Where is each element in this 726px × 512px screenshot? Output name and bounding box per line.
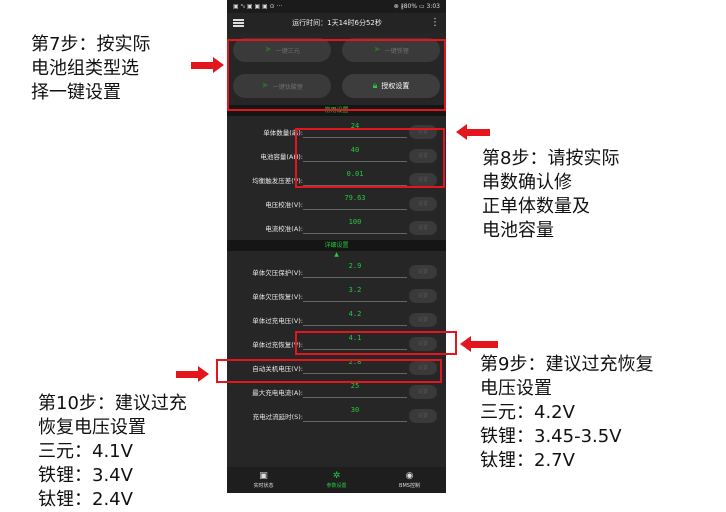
setting-label: 电压校准(V): <box>265 201 303 209</box>
setting-label: 单体欠压保护(V): <box>252 269 303 277</box>
bottom-nav: ▣ 实时状态 ✲ 参数设置 ◉ BMS控制 <box>227 467 446 493</box>
setting-row: 单体欠压恢复(V): 3.2 设置 <box>227 282 446 306</box>
setting-label: 最大充电电流(A): <box>252 389 303 397</box>
annotation-step10: 第10步：建议过充 恢复电压设置 三元：4.1V 铁锂：3.4V 钛锂：2.4V <box>38 393 187 510</box>
setting-row: 单体过充电压(V): 4.2 设置 <box>227 306 446 330</box>
set-button[interactable]: 设置 <box>409 289 437 303</box>
gear-icon: ✲ <box>332 471 341 481</box>
set-button[interactable]: 设置 <box>409 265 437 279</box>
annotation-step9: 第9步：建议过充恢复 电压设置 三元：4.2V 铁锂：3.45-3.5V 钛锂：… <box>480 354 654 471</box>
setting-row: 电流校准(A): 100 设置 <box>227 214 446 238</box>
runtime-label: 运行时间：1天14时6分52秒 <box>292 19 382 27</box>
setting-value-input[interactable]: 30 <box>303 406 407 414</box>
input-underline <box>303 233 407 234</box>
detail-settings-title: 详细设置 <box>324 242 349 249</box>
collapse-arrow-icon[interactable]: ▲ <box>227 251 446 258</box>
setting-row: 充电过流延时(S): 30 设置 <box>227 402 446 426</box>
setting-value-input[interactable]: 2.9 <box>303 262 407 270</box>
highlight-overcharge-recovery <box>216 359 442 383</box>
input-underline <box>303 209 407 210</box>
nav-parameter-settings[interactable]: ✲ 参数设置 <box>307 467 367 493</box>
status-right: ⊗ ∦80% ▭ 3:03 <box>393 3 440 10</box>
setting-label: 充电过流延时(S): <box>252 413 303 421</box>
nav-bms-control[interactable]: ◉ BMS控制 <box>380 467 440 493</box>
toggle-icon: ◉ <box>405 471 414 481</box>
setting-value-input[interactable]: 100 <box>303 218 407 226</box>
highlight-overcharge-voltage <box>295 331 457 355</box>
setting-label: 电流校准(A): <box>265 225 303 233</box>
arrow-step9 <box>460 336 498 352</box>
highlight-quick-buttons <box>227 39 446 111</box>
annotation-step8: 第8步：请按实际 串数确认修 正单体数量及 电池容量 <box>482 148 620 241</box>
input-underline <box>303 277 407 278</box>
input-underline <box>303 421 407 422</box>
arrow-step7 <box>191 57 224 73</box>
setting-row: 电压校准(V): 79.63 设置 <box>227 190 446 214</box>
nav-label: BMS控制 <box>399 483 420 489</box>
input-underline <box>303 397 407 398</box>
monitor-icon: ▣ <box>259 471 268 481</box>
input-underline <box>303 301 407 302</box>
set-button[interactable]: 设置 <box>409 197 437 211</box>
setting-label: 单体欠压恢复(V): <box>252 293 303 301</box>
status-bar: ▣ ᵃᵢₗ ▣ ▣ ▣ ⊙ ··· ⊗ ∦80% ▭ 3:03 <box>227 0 446 13</box>
arrow-step8 <box>456 124 490 140</box>
more-options-icon[interactable]: ⋮ <box>430 18 440 28</box>
set-button[interactable]: 设置 <box>409 313 437 327</box>
highlight-cells-capacity <box>295 128 445 188</box>
setting-value-input[interactable]: 25 <box>303 382 407 390</box>
set-button[interactable]: 设置 <box>409 409 437 423</box>
setting-label: 单体过充电压(V): <box>252 317 303 325</box>
setting-value-input[interactable]: 79.63 <box>303 194 407 202</box>
input-underline <box>303 325 407 326</box>
setting-row: 单体欠压保护(V): 2.9 设置 <box>227 258 446 282</box>
detail-settings-header: 详细设置 <box>227 240 446 251</box>
setting-value-input[interactable]: 4.2 <box>303 310 407 318</box>
arrow-step10 <box>176 366 209 382</box>
set-button[interactable]: 设置 <box>409 221 437 235</box>
menu-icon[interactable] <box>233 19 244 27</box>
annotation-step7: 第7步：按实际 电池组类型选 择一键设置 <box>31 34 151 103</box>
nav-realtime-status[interactable]: ▣ 实时状态 <box>234 467 294 493</box>
nav-label: 实时状态 <box>253 483 274 489</box>
set-button[interactable]: 设置 <box>409 385 437 399</box>
setting-value-input[interactable]: 3.2 <box>303 286 407 294</box>
app-bar: 运行时间：1天14时6分52秒 ⋮ <box>227 13 446 33</box>
status-left: ▣ ᵃᵢₗ ▣ ▣ ▣ ⊙ ··· <box>233 3 283 10</box>
nav-label: 参数设置 <box>326 483 347 489</box>
